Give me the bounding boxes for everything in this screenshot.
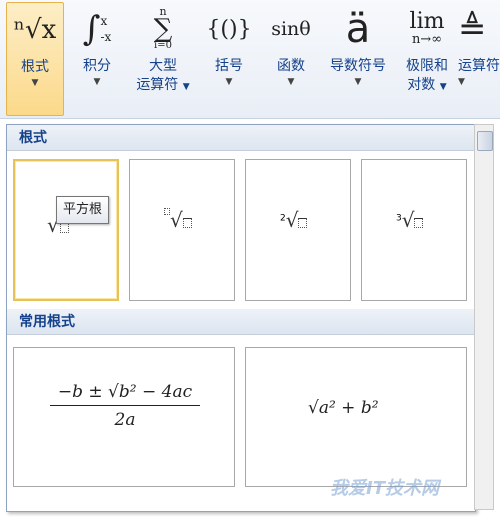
accent-button[interactable]: ä 导数符号 ▼ xyxy=(322,2,394,116)
nth-root-item[interactable]: √ xyxy=(129,159,235,301)
dropdown-caret-icon: ▼ xyxy=(354,77,362,87)
equation-ribbon: ⁿ√x 根式 ▼ ∫ x -x 积分 ▼ n ∑ i=0 大型 运算符 ▼ {()}… xyxy=(0,0,500,119)
integral-button[interactable]: ∫ x -x 积分 ▼ xyxy=(70,2,124,116)
scrollbar[interactable] xyxy=(474,124,494,510)
radical-gallery: 根式 √ √ 2√ 3√ 常用根式 −b ± √b² − 4ac 2a √a² … xyxy=(6,124,476,512)
pythagorean-formula: √a² + b² xyxy=(308,398,379,418)
accent-label: 导数符号 xyxy=(330,58,386,74)
sum-icon: n ∑ i=0 xyxy=(153,5,173,51)
watermark: 我爱IT技术网 xyxy=(330,478,439,499)
nth-root-icon: √ xyxy=(164,208,192,232)
function-label: 函数 xyxy=(277,58,305,74)
dropdown-caret-icon: ▼ xyxy=(287,77,295,87)
section-header-common-radicals: 常用根式 xyxy=(7,309,475,335)
limit-log-label: 极限和 xyxy=(406,58,448,74)
operator-label: 运算符 xyxy=(458,58,500,74)
bracket-label: 括号 xyxy=(215,58,243,74)
quadratic-denominator: 2a xyxy=(114,410,136,430)
large-operator-button[interactable]: n ∑ i=0 大型 运算符 ▼ xyxy=(128,2,198,116)
radical-button[interactable]: ⁿ√x 根式 ▼ xyxy=(6,2,64,116)
accent-icon: ä xyxy=(345,6,371,52)
large-operator-label: 大型 xyxy=(149,58,177,74)
radical-label: 根式 xyxy=(21,59,49,75)
scrollbar-thumb[interactable] xyxy=(477,131,493,151)
tooltip: 平方根 xyxy=(56,196,110,224)
dropdown-caret-icon: ▼ xyxy=(225,77,233,87)
dropdown-caret-icon: ▼ xyxy=(93,77,101,87)
function-icon: sinθ xyxy=(271,18,311,40)
dropdown-caret-icon: ▼ xyxy=(458,77,465,87)
quadratic-formula: −b ± √b² − 4ac 2a xyxy=(50,382,200,430)
integral-icon: ∫ x -x xyxy=(82,9,112,49)
operator-button[interactable]: ≜ 运算符 ▼ xyxy=(458,2,500,116)
cube-root-item[interactable]: 3√ xyxy=(361,159,467,301)
integral-label: 积分 xyxy=(83,58,111,74)
function-button[interactable]: sinθ 函数 ▼ xyxy=(260,2,322,116)
large-operator-label-line2: 运算符 ▼ xyxy=(136,77,190,93)
quadratic-formula-item[interactable]: −b ± √b² − 4ac 2a xyxy=(13,347,235,487)
limit-log-label-line2: 对数 ▼ xyxy=(407,77,447,93)
square-root-with-degree-item[interactable]: 2√ xyxy=(245,159,351,301)
radical-icon: ⁿ√x xyxy=(13,15,57,45)
dropdown-caret-icon: ▼ xyxy=(31,78,39,88)
limit-icon: lim n→∞ xyxy=(409,9,445,47)
operator-icon: ≜ xyxy=(458,9,487,49)
pythagorean-root-item[interactable]: √a² + b² xyxy=(245,347,467,487)
square-root-item[interactable]: √ xyxy=(13,159,119,301)
cube-root-icon: 3√ xyxy=(396,208,424,232)
bracket-icon: {()} xyxy=(206,16,252,42)
quadratic-numerator: −b ± √b² − 4ac xyxy=(50,382,200,406)
bracket-button[interactable]: {()} 括号 ▼ xyxy=(202,2,256,116)
square-root-degree-icon: 2√ xyxy=(280,208,308,232)
limit-log-button[interactable]: lim n→∞ 极限和 对数 ▼ xyxy=(398,2,456,116)
section-header-radicals: 根式 xyxy=(7,125,475,151)
